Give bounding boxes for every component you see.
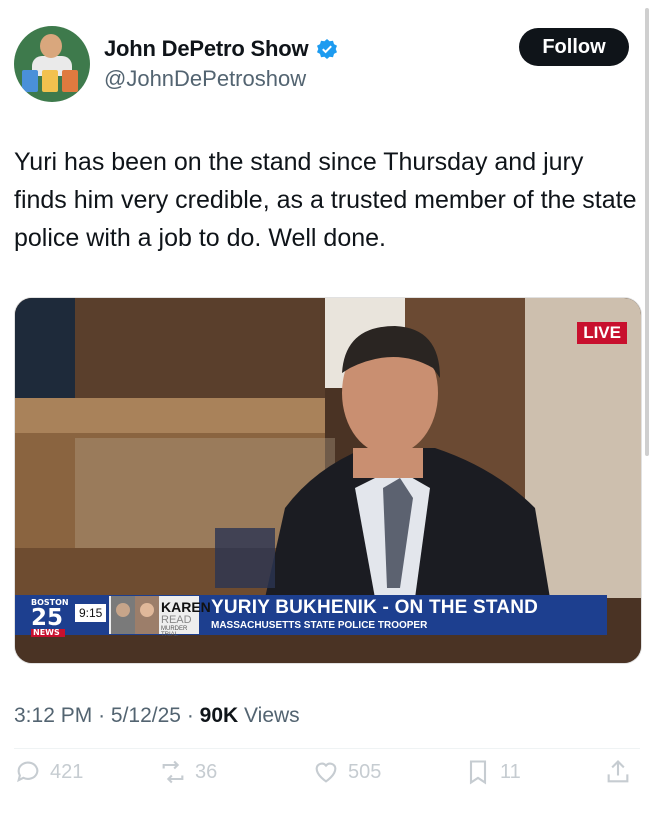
like-count: 505 xyxy=(348,760,382,783)
avatar-book xyxy=(42,70,58,92)
bookmark-count: 11 xyxy=(500,760,521,783)
author-handle[interactable]: @JohnDePetroshow xyxy=(104,66,306,92)
segment-sub: READ xyxy=(161,614,192,626)
channel-number: 25 xyxy=(31,605,64,631)
segment-name: KAREN xyxy=(161,599,211,615)
meta-separator: · xyxy=(98,704,106,727)
reply-button[interactable]: 421 xyxy=(14,758,83,786)
bookmark-button[interactable]: 11 xyxy=(464,758,521,786)
meta-separator: · xyxy=(186,704,194,727)
segment-tag: MURDER TRIAL xyxy=(161,626,188,638)
repost-button[interactable]: 36 xyxy=(159,758,217,786)
like-button[interactable]: 505 xyxy=(312,758,381,786)
segment-box: KAREN READ MURDER TRIAL xyxy=(109,596,211,638)
avatar[interactable] xyxy=(14,26,90,102)
reply-icon xyxy=(17,761,39,783)
tweet-date[interactable]: 5/12/25 xyxy=(111,704,181,727)
news-label: NEWS xyxy=(31,629,65,637)
views-count: 90K xyxy=(199,704,239,727)
station-logo: BOSTON 25 NEWS xyxy=(31,598,71,637)
broadcast-time: 9:15 xyxy=(75,604,107,622)
tweet-meta: 3:12 PM · 5/12/25 · 90K Views xyxy=(14,704,300,728)
tweet-text: Yuri has been on the stand since Thursda… xyxy=(14,148,637,252)
repost-count: 36 xyxy=(195,760,218,783)
verified-badge-icon xyxy=(317,39,338,59)
action-bar: 421 36 505 11 xyxy=(14,758,640,798)
news-subheadline: MASSACHUSETTS STATE POLICE TROOPER xyxy=(211,620,428,631)
views-label: Views xyxy=(244,704,300,727)
avatar-book xyxy=(22,70,38,92)
scrollbar[interactable] xyxy=(645,8,649,456)
live-indicator: LIVE xyxy=(577,322,627,344)
author-name[interactable]: John DePetro Show xyxy=(104,36,309,62)
avatar-book xyxy=(62,70,78,92)
reply-count: 421 xyxy=(50,760,84,783)
divider xyxy=(14,748,640,749)
follow-button[interactable]: Follow xyxy=(519,28,629,66)
bookmark-icon xyxy=(469,760,487,785)
share-icon xyxy=(607,760,629,783)
tweet-time[interactable]: 3:12 PM xyxy=(14,704,92,727)
share-button[interactable] xyxy=(604,758,632,786)
repost-icon xyxy=(162,760,184,784)
author-name-row[interactable]: John DePetro Show xyxy=(104,36,338,62)
tweet-header: John DePetro Show @JohnDePetroshow Follo… xyxy=(14,26,630,102)
avatar-face xyxy=(40,34,62,58)
heart-icon xyxy=(315,762,337,783)
video-media[interactable]: LIVE BOSTON 25 NEWS 9:15 KAREN READ MURD… xyxy=(14,297,642,664)
news-headline: YURIY BUKHENIK - ON THE STAND xyxy=(211,597,539,618)
segment-portraits-image xyxy=(111,596,159,634)
